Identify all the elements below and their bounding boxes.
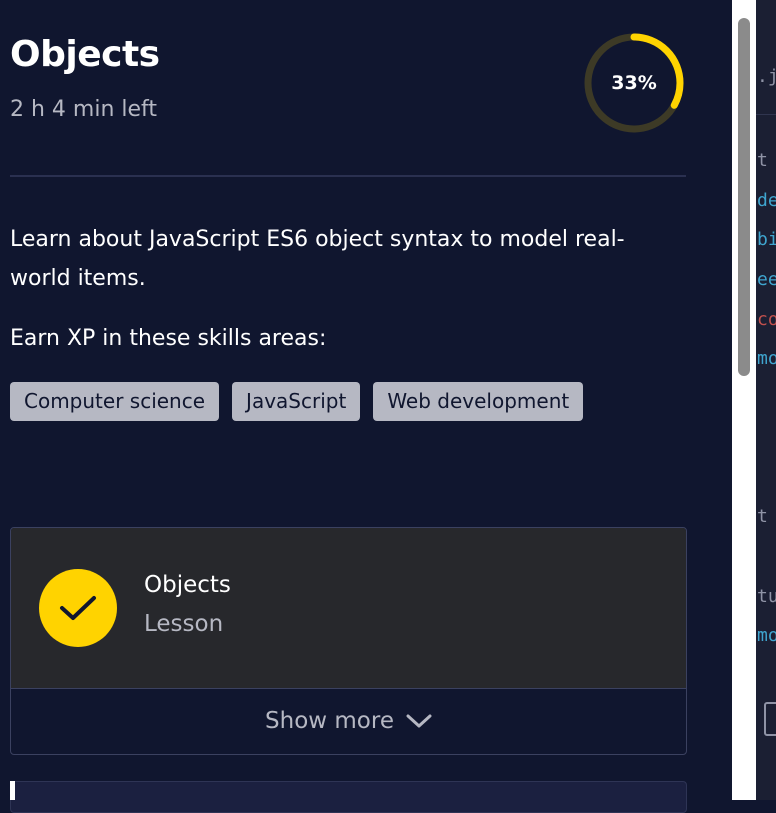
skill-tag-web-development[interactable]: Web development <box>373 382 584 421</box>
divider <box>10 175 686 177</box>
code-line: mo <box>757 625 776 646</box>
code-line: ee <box>757 269 776 290</box>
code-line: mo <box>757 348 776 369</box>
module-description: Learn about JavaScript ES6 object syntax… <box>10 227 625 291</box>
skill-tag-javascript[interactable]: JavaScript <box>232 382 361 421</box>
clipboard-icon[interactable] <box>764 702 776 736</box>
show-more-button[interactable]: Show more <box>11 689 686 753</box>
skills-heading: Earn XP in these skills areas: <box>10 326 327 351</box>
skill-tags: Computer science JavaScript Web developm… <box>10 382 584 421</box>
show-more-label: Show more <box>265 708 394 734</box>
chevron-down-icon <box>406 714 432 728</box>
lesson-card: Objects Lesson Show more <box>10 527 687 755</box>
lesson-title: Objects <box>144 572 231 598</box>
code-line: t <box>757 506 768 527</box>
code-line: de <box>757 190 776 211</box>
next-card-accent <box>10 781 15 800</box>
skill-tag-computer-science[interactable]: Computer science <box>10 382 220 421</box>
module-panel: Objects 2 h 4 min left 33% Learn about J… <box>0 0 732 813</box>
lesson-type: Lesson <box>144 611 224 637</box>
editor-file-tab[interactable]: .js <box>756 40 776 115</box>
code-editor-peek: .js t de bi ee co mo t tu mo <box>756 0 776 800</box>
lesson-card-header[interactable]: Objects Lesson <box>11 528 686 689</box>
time-left-text: 2 h 4 min left <box>10 97 158 122</box>
scrollbar-thumb[interactable] <box>738 18 750 376</box>
code-line: tu <box>757 586 776 607</box>
code-line: co <box>757 309 776 330</box>
completed-check-icon <box>39 569 117 647</box>
next-lesson-card[interactable] <box>10 781 687 813</box>
code-line: t <box>757 150 768 171</box>
progress-percent: 33% <box>611 72 657 94</box>
code-line: bi <box>757 229 776 250</box>
page-title: Objects <box>10 34 160 75</box>
editor-tab-label: .js <box>757 66 776 87</box>
